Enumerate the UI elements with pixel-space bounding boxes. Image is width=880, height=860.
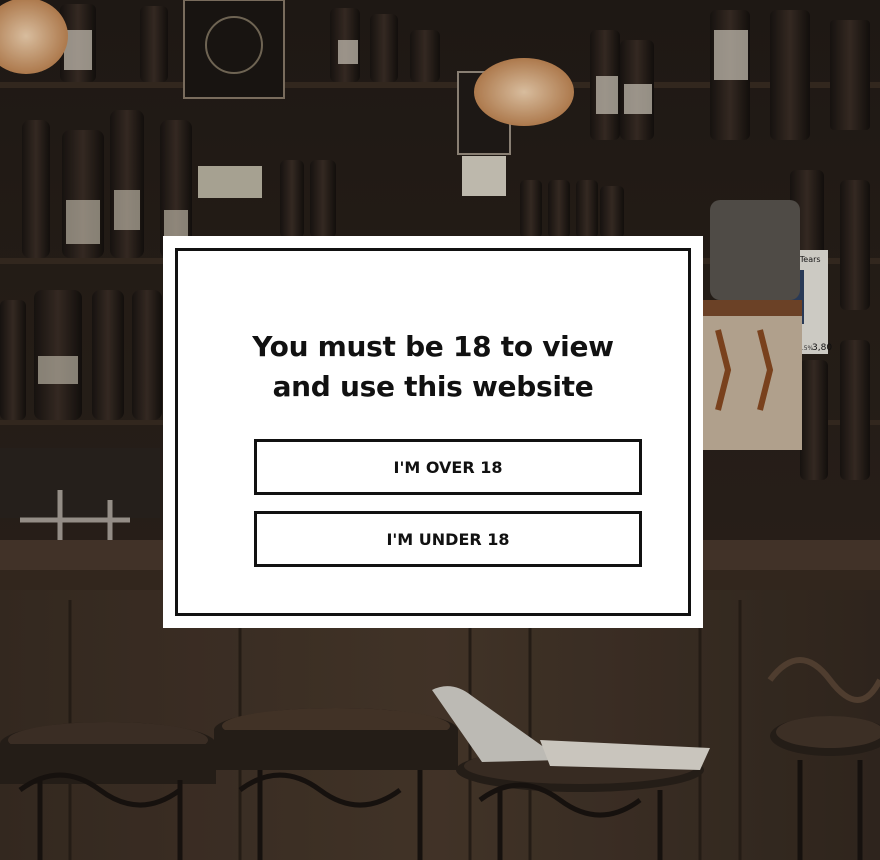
age-gate-title-line-1: You must be 18 to view [252,330,614,363]
age-gate-title-line-2: and use this website [272,370,594,403]
under-18-button[interactable]: I'M UNDER 18 [254,511,642,567]
age-verification-modal: You must be 18 to view and use this webs… [163,236,703,628]
age-gate-frame: You must be 18 to view and use this webs… [175,248,691,616]
age-gate-title: You must be 18 to view and use this webs… [178,327,688,407]
over-18-button[interactable]: I'M OVER 18 [254,439,642,495]
